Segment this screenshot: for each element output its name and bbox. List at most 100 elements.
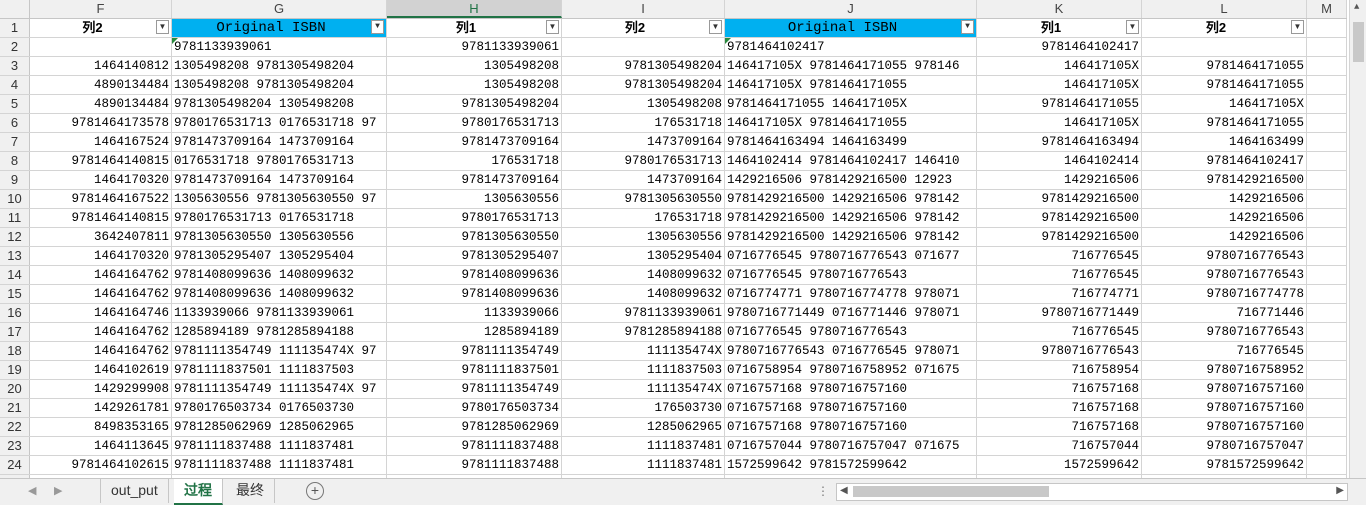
cell[interactable]: 9781305295407	[387, 247, 562, 265]
cell[interactable]: 1305498208	[387, 57, 562, 75]
column-header-f[interactable]: F	[30, 0, 172, 18]
column-header-k[interactable]: K	[977, 0, 1142, 18]
cell[interactable]: 9780716771449	[977, 304, 1142, 322]
cell[interactable]: 1305498208	[387, 76, 562, 94]
cell[interactable]: 9781572599642	[1142, 456, 1307, 474]
cell[interactable]: 1464164762	[30, 323, 172, 341]
cell[interactable]: 9780716776543 0716776545 978071	[725, 342, 977, 360]
cell[interactable]: 9781464102615	[30, 456, 172, 474]
row-header[interactable]: 23	[0, 437, 30, 455]
cell[interactable]: 716776545	[1142, 342, 1307, 360]
row-header[interactable]: 21	[0, 399, 30, 417]
header-cell[interactable]: Original ISBN ▼	[725, 19, 977, 37]
cell[interactable]	[1307, 171, 1347, 189]
cell[interactable]: 111135474X	[562, 380, 725, 398]
cell[interactable]: 146417105X 9781464171055	[725, 76, 977, 94]
cell[interactable]: 716757168	[977, 418, 1142, 436]
cell[interactable]	[562, 38, 725, 56]
cell[interactable]: 9781111837488 1111837481	[172, 437, 387, 455]
cell[interactable]: 9781111354749	[387, 342, 562, 360]
cell[interactable]	[1307, 209, 1347, 227]
cell[interactable]: 716776545	[977, 266, 1142, 284]
header-cell[interactable]	[1307, 19, 1347, 37]
cell[interactable]: 1111837481	[562, 437, 725, 455]
cell[interactable]: 9780716757160	[1142, 380, 1307, 398]
cell[interactable]: 9781111837488	[387, 437, 562, 455]
cell[interactable]: 716757168	[977, 380, 1142, 398]
vertical-scroll-thumb[interactable]	[1353, 22, 1364, 62]
cell[interactable]: 1464167524	[30, 133, 172, 151]
cell[interactable]: 9781464102417	[725, 38, 977, 56]
row-header[interactable]: 16	[0, 304, 30, 322]
row-header[interactable]: 8	[0, 152, 30, 170]
cell[interactable]: 0716757168 9780716757160	[725, 380, 977, 398]
cell[interactable]: 1305630556 9781305630550 97	[172, 190, 387, 208]
cell[interactable]: 1464102619	[30, 361, 172, 379]
cell[interactable]: 9781133939061	[387, 38, 562, 56]
column-header-i[interactable]: I	[562, 0, 725, 18]
cell[interactable]: 9781305295407 1305295404	[172, 247, 387, 265]
cell[interactable]: 1285062965	[562, 418, 725, 436]
cell[interactable]: 716757168	[977, 399, 1142, 417]
header-cell[interactable]: 列1 ▼	[977, 19, 1142, 37]
cell[interactable]: 0176531718 9780176531713	[172, 152, 387, 170]
cell[interactable]: 9781111837501 1111837503	[172, 361, 387, 379]
cell[interactable]: 0716757168 9780716757160	[725, 418, 977, 436]
cell[interactable]: 9781464167522	[30, 190, 172, 208]
cell[interactable]: 9780176531713 0176531718 97	[172, 114, 387, 132]
cell[interactable]: 9781464102417	[1142, 152, 1307, 170]
cell[interactable]: 9781464171055 146417105X	[725, 95, 977, 113]
filter-dropdown-icon[interactable]: ▼	[546, 20, 559, 34]
cell[interactable]: 1464164746	[30, 304, 172, 322]
cell[interactable]	[1307, 380, 1347, 398]
header-cell[interactable]: 列2 ▼	[30, 19, 172, 37]
cell[interactable]: 9781464171055	[1142, 57, 1307, 75]
scroll-right-icon[interactable]: ▶	[1336, 485, 1344, 496]
cell[interactable]: 9781305498204	[562, 57, 725, 75]
cell[interactable]: 9780716758952	[1142, 361, 1307, 379]
cell[interactable]: 9781473709164 1473709164	[172, 171, 387, 189]
cell[interactable]: 9781111354749 111135474X 97	[172, 380, 387, 398]
cell[interactable]: 1572599642	[977, 456, 1142, 474]
cell[interactable]: 9780176503734	[387, 399, 562, 417]
select-all-corner[interactable]	[0, 0, 30, 18]
cell[interactable]: 1464113645	[30, 437, 172, 455]
cell[interactable]	[1307, 323, 1347, 341]
cell[interactable]: 9781464171055	[977, 95, 1142, 113]
row-header[interactable]: 19	[0, 361, 30, 379]
cell[interactable]: 4890134484	[30, 76, 172, 94]
cell[interactable]: 1111837481	[562, 456, 725, 474]
cell[interactable]: 1429216506 9781429216500 12923	[725, 171, 977, 189]
cell[interactable]: 9781408099636	[387, 266, 562, 284]
header-cell[interactable]: Original ISBN ▼	[172, 19, 387, 37]
cell[interactable]: 9781305630550	[562, 190, 725, 208]
cell[interactable]: 9781473709164	[387, 133, 562, 151]
cell[interactable]: 1464170320	[30, 247, 172, 265]
cell[interactable]: 3642407811	[30, 228, 172, 246]
row-header[interactable]: 24	[0, 456, 30, 474]
cell[interactable]: 716776545	[977, 247, 1142, 265]
row-header[interactable]: 5	[0, 95, 30, 113]
cell[interactable]: 1572599642 9781572599642	[725, 456, 977, 474]
cell[interactable]: 0716776545 9780716776543	[725, 266, 977, 284]
cell[interactable]: 1408099632	[562, 266, 725, 284]
row-header[interactable]: 9	[0, 171, 30, 189]
row-header[interactable]: 17	[0, 323, 30, 341]
cell[interactable]: 9781464173578	[30, 114, 172, 132]
cell[interactable]: 1464102414	[977, 152, 1142, 170]
row-header[interactable]: 13	[0, 247, 30, 265]
cell[interactable]: 9781464140815	[30, 209, 172, 227]
cell[interactable]	[1307, 399, 1347, 417]
cell[interactable]: 8498353165	[30, 418, 172, 436]
add-sheet-icon[interactable]: +	[306, 482, 324, 500]
cell[interactable]	[1307, 133, 1347, 151]
cell[interactable]: 9781111837501	[387, 361, 562, 379]
cell[interactable]: 1429216506	[977, 171, 1142, 189]
cell[interactable]: 9781429216500	[977, 190, 1142, 208]
cell[interactable]: 1429261781	[30, 399, 172, 417]
cell[interactable]: 9781111354749	[387, 380, 562, 398]
row-header[interactable]: 4	[0, 76, 30, 94]
cell[interactable]: 9781133939061	[562, 304, 725, 322]
row-header[interactable]: 12	[0, 228, 30, 246]
cell[interactable]: 9781429216500 1429216506 978142	[725, 209, 977, 227]
